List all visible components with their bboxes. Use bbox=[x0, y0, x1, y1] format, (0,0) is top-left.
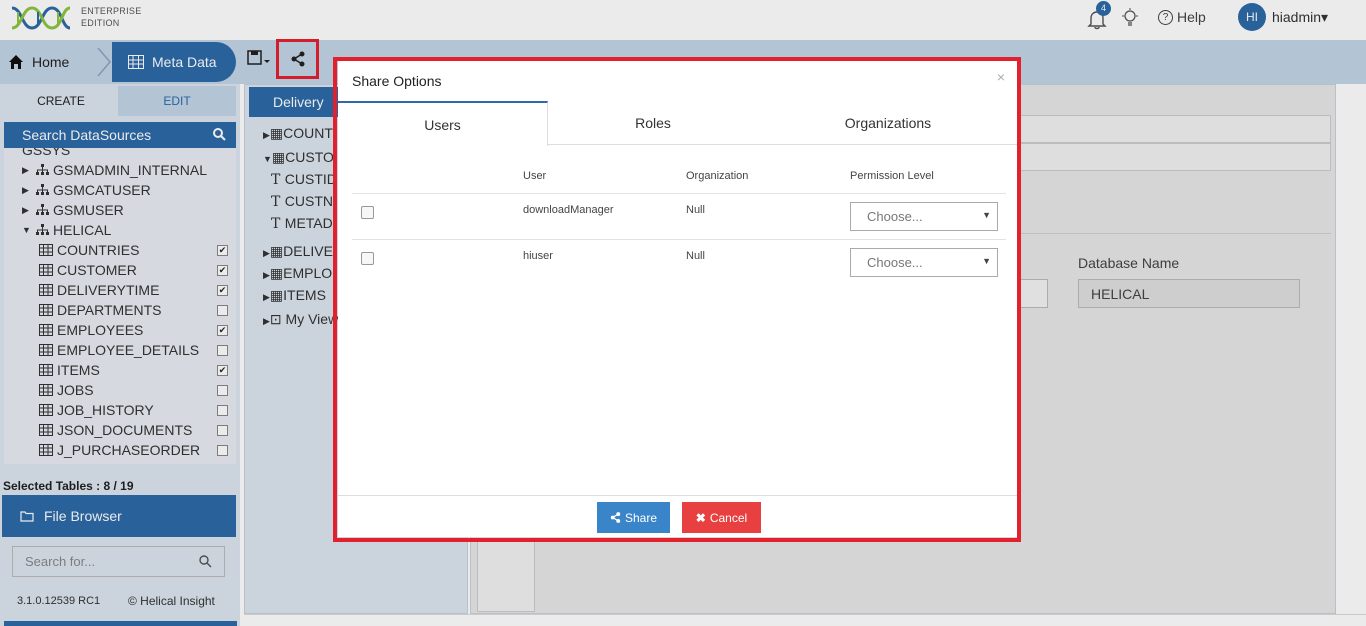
user-organization: Null bbox=[686, 204, 705, 216]
modal-footer: Share ✖ Cancel bbox=[338, 495, 1017, 537]
tab-roles[interactable]: Roles bbox=[548, 101, 758, 145]
permission-select[interactable]: Choose... ▼ bbox=[850, 202, 998, 231]
tab-organizations[interactable]: Organizations bbox=[778, 101, 998, 145]
tab-users[interactable]: Users bbox=[338, 101, 548, 146]
share-submit-button[interactable]: Share bbox=[597, 502, 670, 533]
share-tabs: Users Roles Organizations bbox=[338, 101, 1017, 146]
user-checkbox[interactable] bbox=[361, 206, 374, 219]
cancel-button-label: Cancel bbox=[709, 510, 748, 525]
cancel-button[interactable]: ✖ Cancel bbox=[682, 502, 761, 533]
column-header-organization: Organization bbox=[686, 170, 749, 182]
modal-title: Share Options bbox=[352, 73, 442, 89]
chevron-down-icon: ▼ bbox=[982, 256, 991, 266]
column-header-user: User bbox=[523, 170, 547, 182]
share-options-dialog: Share Options × Users Roles Organization… bbox=[338, 61, 1017, 537]
user-checkbox[interactable] bbox=[361, 252, 374, 265]
column-header-permission: Permission Level bbox=[850, 170, 934, 182]
permission-select[interactable]: Choose... ▼ bbox=[850, 248, 998, 277]
share-icon bbox=[610, 512, 621, 523]
user-name: hiuser bbox=[523, 250, 553, 262]
table-divider bbox=[352, 193, 1006, 194]
close-icon: ✖ bbox=[695, 510, 706, 525]
permission-select-value: Choose... bbox=[867, 209, 923, 224]
permission-select-value: Choose... bbox=[867, 255, 923, 270]
close-icon[interactable]: × bbox=[997, 69, 1005, 85]
table-divider bbox=[352, 239, 1006, 240]
user-name: downloadManager bbox=[523, 204, 614, 216]
share-button-label: Share bbox=[624, 510, 658, 525]
user-organization: Null bbox=[686, 250, 705, 262]
chevron-down-icon: ▼ bbox=[982, 210, 991, 220]
